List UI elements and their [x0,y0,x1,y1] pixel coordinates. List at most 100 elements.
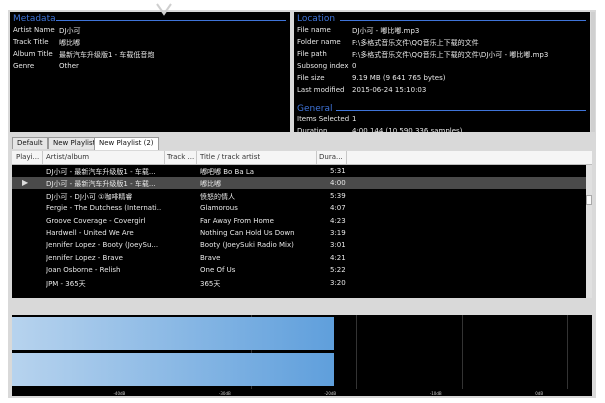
column-duration[interactable]: Dura... [319,153,343,161]
location-label: Last modified [297,86,345,94]
vu-scale-label: -40dB [113,391,126,396]
row-duration: 3:01 [330,241,346,250]
row-duration: 5:31 [330,167,346,175]
row-artist-album: DJ小可 - 最新汽车升级版1 - 车载... [46,168,156,176]
row-artist-album: Hardwell - United We Are [46,229,134,237]
general-label: Items Selected [297,115,350,123]
vu-scale-label: 0dB [535,391,544,396]
location-value: 9.19 MB (9 641 765 bytes) [352,74,446,82]
row-title: Glamorous [200,204,238,213]
row-title: One Of Us [200,266,236,275]
general-label: Duration [297,127,328,132]
row-duration: 4:23 [330,216,346,225]
metadata-value: 最新汽车升级版1 - 车载低音炮 [59,51,155,59]
row-artist-album: DJ小可 - DJ小可 ①咖啡精睿 [46,192,133,201]
location-value: DJ小可 - 嘟比嘟.mp3 [352,27,420,35]
playlist-row[interactable]: Hardwell - United We Are Nothing Can Hold… [12,227,586,239]
panel-splitter-notch [156,3,172,16]
row-artist-album: DJ小可 - 最新汽车升级版1 - 车载... [46,180,156,189]
metadata-value: Other [59,62,79,70]
row-title: Booty (JoeySuki Radio Mix) [200,241,294,250]
column-artist-album[interactable]: Artist/album [46,153,89,161]
column-track[interactable]: Track ... [167,153,194,161]
column-title[interactable]: Title / track artist [200,153,260,161]
playlist-scrollbar[interactable] [586,165,592,298]
playlist-row[interactable]: JPM - 365天 365天 3:20 [12,277,586,289]
column-divider[interactable] [42,151,43,164]
row-title: 嘟比嘟 [200,180,221,189]
playlist-view[interactable]: DJ小可 - 最新汽车升级版1 - 车载... 嘟吧嘟 Bo Ba La 5:31 ▶… [12,165,586,298]
row-title: Nothing Can Hold Us Down [200,229,295,237]
location-value: 0 [352,62,357,70]
location-label: File name [297,26,331,34]
playlist-column-header: Playi... Artist/album Track ... Title / … [12,151,592,165]
vu-gridline [356,315,358,389]
row-duration: 4:07 [330,204,346,213]
general-value: 4:00.144 (10 590 336 samples) [352,127,463,132]
location-label: File path [297,50,327,58]
playlist-row[interactable]: Jennifer Lopez - Brave Brave 4:21 [12,252,586,264]
tab-default[interactable]: Default [12,137,48,149]
metadata-label: Artist Name [13,26,55,34]
general-value: 1 [352,115,357,123]
row-artist-album: Groove Coverage - Covergirl [46,216,146,225]
vu-bar-right [12,353,335,386]
location-label: Subsong index [297,62,349,70]
column-divider[interactable] [164,151,165,164]
playlist-row[interactable]: Jennifer Lopez - Booty (JoeySu... Booty (… [12,239,586,251]
row-duration: 5:39 [330,191,346,200]
row-title: Far Away From Home [200,216,274,225]
row-artist-album: Jennifer Lopez - Brave [46,253,123,262]
row-title: 嘟吧嘟 Bo Ba La [200,168,255,176]
playlist-row[interactable]: Groove Coverage - Covergirl Far Away From… [12,215,586,227]
metadata-panel: Metadata Artist Name DJ小可 Track Title 嘟比嘟 Al… [10,12,290,132]
vu-scale-label: -10dB [429,391,442,396]
row-duration: 3:19 [330,229,346,237]
vu-gridline [461,315,463,389]
playlist-row[interactable]: ▶ DJ小可 - 最新汽车升级版1 - 车载... 嘟比嘟 4:00 [12,177,586,190]
metadata-header: Metadata [13,14,56,24]
metadata-label: Track Title [13,38,49,46]
vu-scale-label: -20dB [324,391,337,396]
location-label: Folder name [297,38,341,46]
column-divider[interactable] [196,151,197,164]
location-panel: Location File name DJ小可 - 嘟比嘟.mp3 Folder n… [294,12,590,132]
playlist-row[interactable]: DJ小可 - 最新汽车升级版1 - 车载... 嘟吧嘟 Bo Ba La 5:31 [12,165,586,177]
vu-gridline [567,315,569,389]
row-title: 365天 [200,279,221,288]
row-artist-album: Joan Osborne - Relish [46,266,121,275]
vu-bar-left [12,317,335,350]
vu-scale-label: -30dB [218,391,231,396]
playlist-row[interactable]: DJ小可 - DJ小可 ①咖啡精睿 愤怒的情人 5:39 [12,190,586,202]
metadata-label: Album Title [13,50,53,58]
metadata-value: DJ小可 [59,27,81,35]
vu-meter: -40dB -30dB -20dB -10dB 0dB [12,315,592,396]
location-label: File size [297,74,325,82]
location-value: F:\多格式音乐文件\QQ音乐上下载的文件\DJ小可 - 嘟比嘟.mp3 [352,51,549,59]
row-title: 愤怒的情人 [200,192,235,201]
location-scrollbar[interactable] [591,12,595,132]
metadata-label: Genre [13,62,35,70]
column-divider[interactable] [346,151,347,164]
metadata-header-line [56,20,286,21]
playlist-scrollbar-thumb[interactable] [586,195,592,205]
column-playing[interactable]: Playi... [16,153,39,161]
row-artist-album: Jennifer Lopez - Booty (JoeySu... [46,241,159,250]
general-header: General [297,104,333,114]
row-duration: 3:20 [330,278,346,287]
playlist-row[interactable]: Joan Osborne - Relish One Of Us 5:22 [12,264,586,276]
metadata-value: 嘟比嘟 [59,39,80,47]
now-playing-icon: ▶ [22,178,29,188]
playlist-row[interactable]: Fergie - The Dutchess (Internati... Glamo… [12,202,586,214]
row-artist-album: Fergie - The Dutchess (Internati... [46,204,162,213]
row-duration: 4:00 [330,179,346,188]
row-duration: 4:21 [330,253,346,262]
tab-new-playlist-2[interactable]: New Playlist (2) [94,137,159,150]
column-divider[interactable] [316,151,317,164]
tab-new-playlist[interactable]: New Playlist [48,137,101,149]
general-header-line [336,110,586,111]
row-duration: 5:22 [330,266,346,275]
location-value: F:\多格式音乐文件\QQ音乐上下载的文件 [352,39,479,47]
location-header: Location [297,14,336,24]
foobar-window: Metadata Artist Name DJ小可 Track Title 嘟比嘟 Al… [8,10,596,398]
